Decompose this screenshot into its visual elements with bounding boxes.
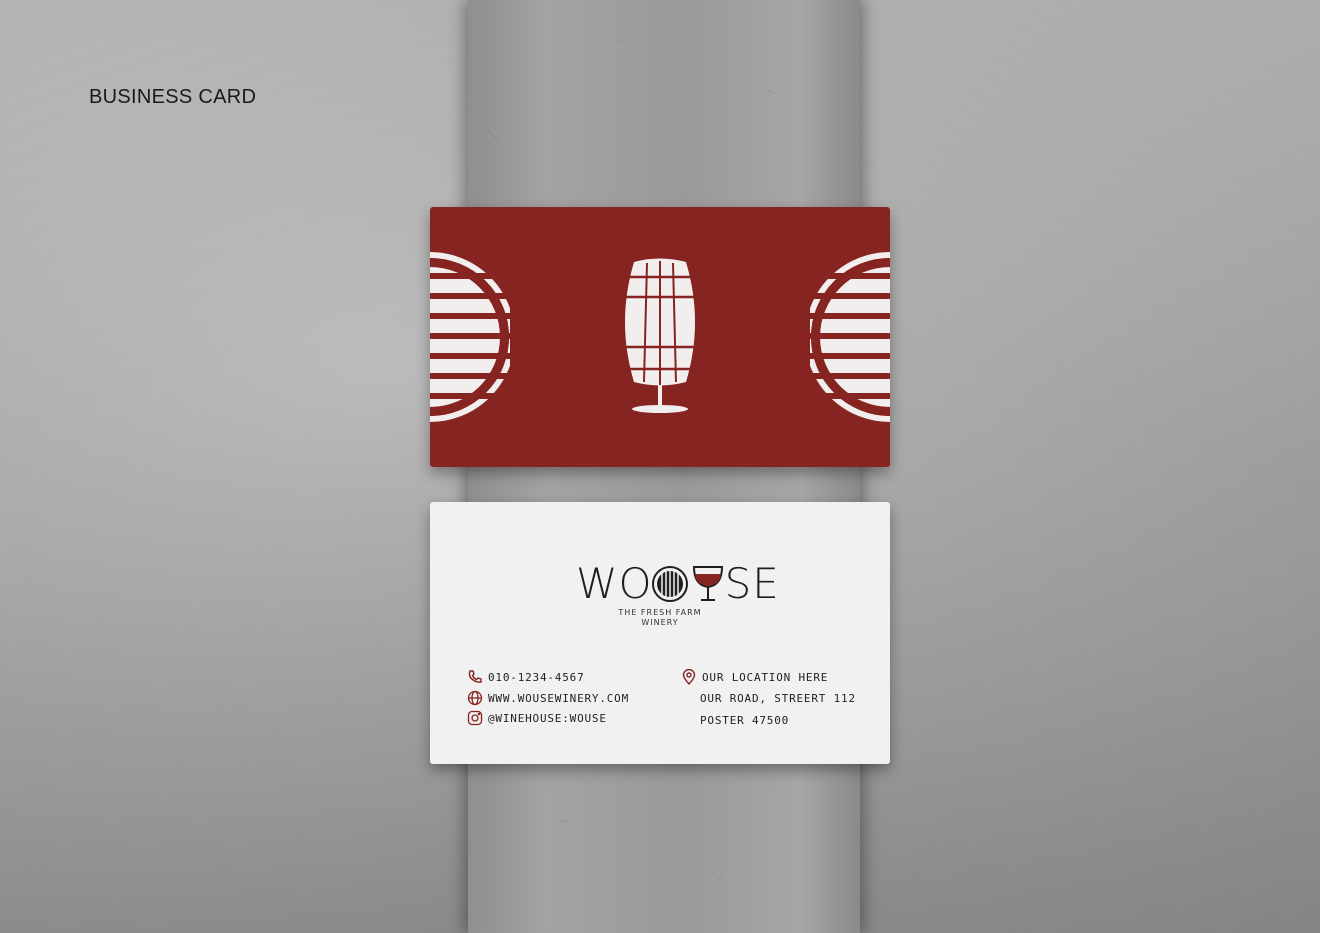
instagram-text: @WINEHOUSE:WOUSE [488,711,607,725]
barrel-wineglass-icon [621,258,699,413]
business-card-front [430,207,890,467]
location-line2: POSTER 47500 [700,714,790,727]
instagram-icon [467,710,483,726]
contact-website: WWW.WOUSEWINERY.COM [467,690,629,706]
contact-phone: 010-1234-4567 [467,669,585,685]
background-shade-right [860,0,1320,933]
logo-text-right: SE [724,559,780,608]
contact-instagram: @WINEHOUSE:WOUSE [467,710,607,726]
globe-icon [467,690,483,706]
location-title: OUR LOCATION HERE [702,670,829,684]
wineglass-icon [692,566,723,601]
location-pin-icon [681,669,697,685]
tagline-line1: THE FRESH FARM [618,608,702,617]
phone-text: 010-1234-4567 [488,670,585,684]
business-card-back: WO SE THE FRESH FARM WINERY 010-1234-456… [430,502,890,764]
right-ornament [810,252,890,422]
left-ornament [430,252,510,422]
wouse-logo: WO SE [576,559,780,609]
background-shade-left [0,0,470,933]
logo-text-left: WO [576,559,653,608]
barrel-icon [651,566,688,602]
location-line1: OUR ROAD, STREERT 112 [700,692,856,705]
location-title-row: OUR LOCATION HERE [681,669,828,685]
website-text: WWW.WOUSEWINERY.COM [488,691,630,705]
page-title: BUSINESS CARD [89,86,257,108]
tagline-line2: WINERY [641,618,679,627]
phone-icon [467,669,483,685]
